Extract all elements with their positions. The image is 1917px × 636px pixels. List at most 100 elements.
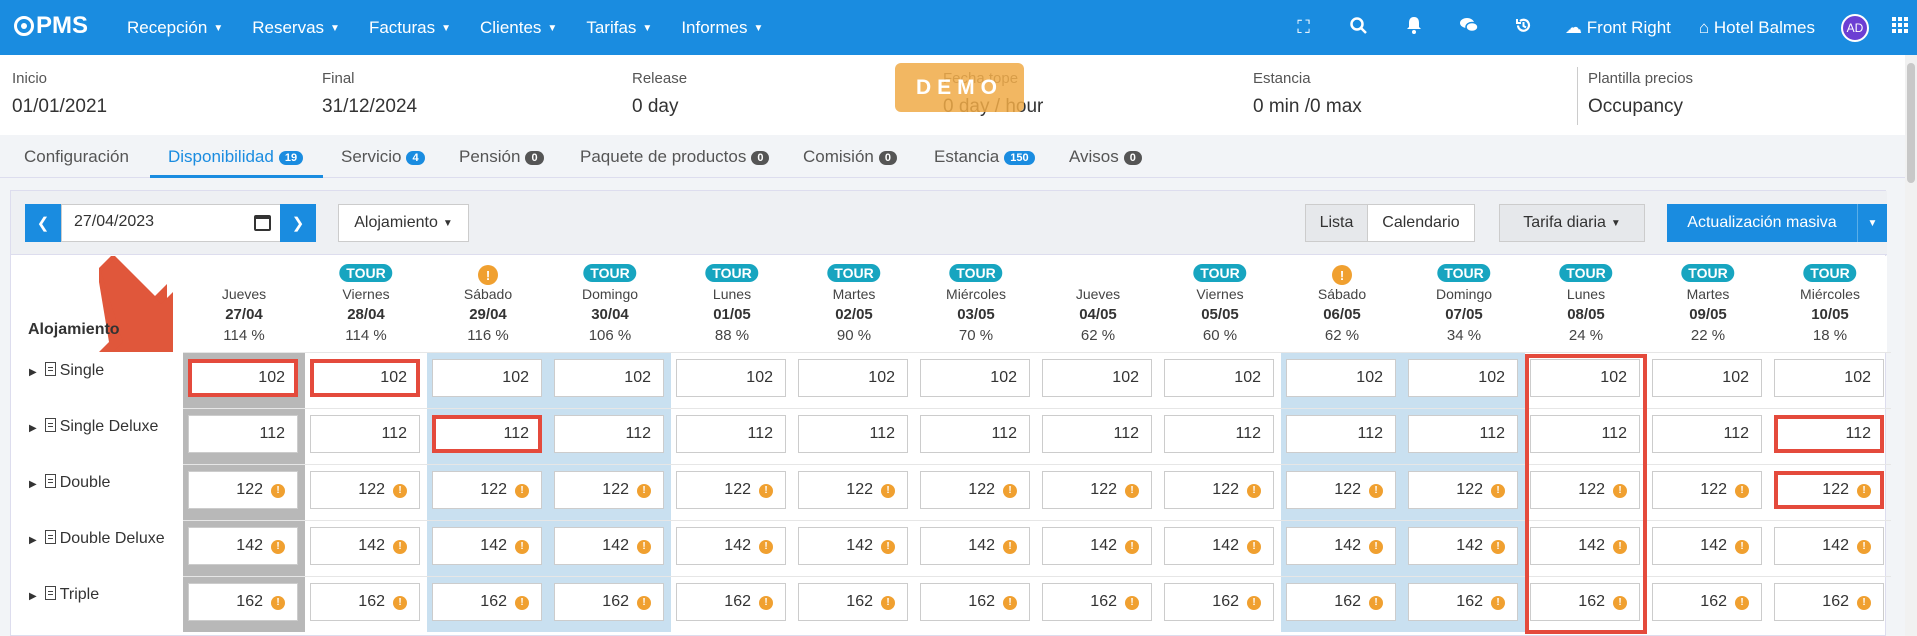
- expand-icon[interactable]: ▶: [29, 479, 37, 490]
- rate-input[interactable]: 142!: [1164, 527, 1274, 565]
- warning-icon[interactable]: !: [881, 596, 895, 610]
- pos-selector[interactable]: ☁ Front Right: [1565, 18, 1671, 38]
- rate-input[interactable]: 102: [1774, 359, 1884, 397]
- warning-icon[interactable]: !: [881, 540, 895, 554]
- warning-icon[interactable]: !: [637, 596, 651, 610]
- warning-icon[interactable]: !: [1491, 596, 1505, 610]
- rate-input[interactable]: 162!: [1164, 583, 1274, 621]
- masiva-dropdown-toggle[interactable]: ▼: [1857, 204, 1887, 242]
- warning-icon[interactable]: !: [1369, 484, 1383, 498]
- warning-icon[interactable]: !: [759, 540, 773, 554]
- warning-icon[interactable]: !: [1369, 540, 1383, 554]
- rate-input[interactable]: 122!: [1652, 471, 1762, 509]
- chat-icon[interactable]: [1441, 17, 1496, 38]
- rate-input[interactable]: 102: [432, 359, 542, 397]
- rate-input[interactable]: 122!: [798, 471, 908, 509]
- rate-input[interactable]: 102: [1408, 359, 1518, 397]
- room-type-row-label[interactable]: ▶ Single: [11, 352, 183, 408]
- scrollbar-thumb[interactable]: [1907, 63, 1915, 183]
- room-type-row-label[interactable]: ▶ Double Deluxe: [11, 520, 183, 576]
- rate-input[interactable]: 142!: [188, 527, 298, 565]
- warning-icon[interactable]: !: [637, 540, 651, 554]
- date-input[interactable]: 27/04/2023: [61, 204, 282, 242]
- rate-input[interactable]: 142!: [1042, 527, 1152, 565]
- warning-icon[interactable]: !: [393, 540, 407, 554]
- rate-input[interactable]: 102: [920, 359, 1030, 397]
- rate-input[interactable]: 162!: [1408, 583, 1518, 621]
- rate-input[interactable]: 142!: [432, 527, 542, 565]
- expand-icon[interactable]: ▶: [29, 535, 37, 546]
- tab-servicio[interactable]: Servicio 4: [341, 147, 425, 167]
- warning-icon[interactable]: !: [1247, 540, 1261, 554]
- calendario-toggle[interactable]: Calendario: [1367, 204, 1475, 242]
- warning-icon[interactable]: !: [1735, 484, 1749, 498]
- search-icon[interactable]: [1331, 16, 1386, 39]
- rate-input[interactable]: 142!: [1286, 527, 1396, 565]
- rate-input[interactable]: 122!: [1774, 471, 1884, 509]
- rate-input[interactable]: 142!: [1774, 527, 1884, 565]
- rate-input[interactable]: 102: [188, 359, 298, 397]
- rate-input[interactable]: 112: [676, 415, 786, 453]
- warning-icon[interactable]: !: [515, 484, 529, 498]
- alojamiento-dropdown[interactable]: Alojamiento ▼: [338, 204, 469, 242]
- bell-icon[interactable]: [1386, 16, 1441, 39]
- rate-input[interactable]: 122!: [1530, 471, 1640, 509]
- tab-configuracion[interactable]: Configuración: [24, 147, 129, 167]
- warning-icon[interactable]: !: [1003, 596, 1017, 610]
- rate-input[interactable]: 102: [554, 359, 664, 397]
- rate-input[interactable]: 112: [1408, 415, 1518, 453]
- warning-icon[interactable]: !: [1125, 596, 1139, 610]
- warning-icon[interactable]: !: [1857, 596, 1871, 610]
- rate-input[interactable]: 112: [310, 415, 420, 453]
- rate-input[interactable]: 142!: [1530, 527, 1640, 565]
- warning-icon[interactable]: !: [1247, 596, 1261, 610]
- rate-input[interactable]: 122!: [1408, 471, 1518, 509]
- rate-input[interactable]: 122!: [1042, 471, 1152, 509]
- warning-icon[interactable]: !: [1491, 540, 1505, 554]
- rate-input[interactable]: 162!: [676, 583, 786, 621]
- rate-input[interactable]: 102: [1652, 359, 1762, 397]
- history-icon[interactable]: [1496, 17, 1551, 39]
- expand-icon[interactable]: ▶: [29, 367, 37, 378]
- warning-icon[interactable]: !: [515, 540, 529, 554]
- rate-input[interactable]: 112: [432, 415, 542, 453]
- rate-input[interactable]: 112: [188, 415, 298, 453]
- warning-icon[interactable]: !: [1125, 540, 1139, 554]
- tab-pension[interactable]: Pensión 0: [459, 147, 544, 167]
- rate-input[interactable]: 162!: [920, 583, 1030, 621]
- rate-input[interactable]: 112: [1164, 415, 1274, 453]
- rate-input[interactable]: 162!: [554, 583, 664, 621]
- warning-icon[interactable]: !: [271, 540, 285, 554]
- calendar-icon[interactable]: [254, 215, 271, 231]
- warning-icon[interactable]: !: [1247, 484, 1261, 498]
- warning-icon[interactable]: !: [1735, 540, 1749, 554]
- menu-recepcion[interactable]: Recepción ▼: [127, 18, 223, 38]
- rate-input[interactable]: 102: [798, 359, 908, 397]
- warning-icon[interactable]: !: [1125, 484, 1139, 498]
- warning-icon[interactable]: !: [881, 484, 895, 498]
- warning-icon[interactable]: !: [393, 596, 407, 610]
- room-type-row-label[interactable]: ▶ Single Deluxe: [11, 408, 183, 464]
- warning-icon[interactable]: !: [271, 596, 285, 610]
- rate-input[interactable]: 162!: [798, 583, 908, 621]
- scrollbar[interactable]: [1905, 55, 1917, 636]
- warning-icon[interactable]: !: [271, 484, 285, 498]
- warning-icon[interactable]: !: [1857, 484, 1871, 498]
- warning-icon[interactable]: !: [1613, 540, 1627, 554]
- rate-input[interactable]: 122!: [676, 471, 786, 509]
- menu-facturas[interactable]: Facturas ▼: [369, 18, 451, 38]
- rate-input[interactable]: 162!: [1042, 583, 1152, 621]
- rate-input[interactable]: 162!: [1530, 583, 1640, 621]
- rate-input[interactable]: 112: [920, 415, 1030, 453]
- warning-icon[interactable]: !: [1857, 540, 1871, 554]
- tab-comision[interactable]: Comisión 0: [803, 147, 897, 167]
- menu-tarifas[interactable]: Tarifas ▼: [586, 18, 652, 38]
- tab-paquete-productos[interactable]: Paquete de productos 0: [580, 147, 770, 167]
- warning-icon[interactable]: !: [393, 484, 407, 498]
- rate-input[interactable]: 142!: [920, 527, 1030, 565]
- warning-icon[interactable]: !: [759, 596, 773, 610]
- rate-input[interactable]: 122!: [310, 471, 420, 509]
- warning-icon[interactable]: !: [1613, 596, 1627, 610]
- rate-input[interactable]: 122!: [554, 471, 664, 509]
- logo[interactable]: PMS: [14, 12, 88, 40]
